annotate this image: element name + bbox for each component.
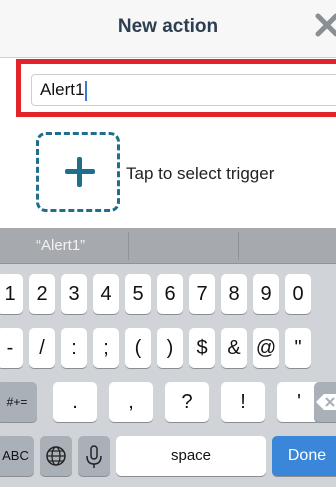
globe-icon	[46, 446, 66, 466]
key-open-paren[interactable]: (	[125, 328, 151, 368]
key-exclamation[interactable]: !	[221, 382, 265, 422]
space-key[interactable]: space	[116, 436, 266, 476]
key-dash[interactable]: -	[0, 328, 23, 368]
key-close-paren[interactable]: )	[157, 328, 183, 368]
suggestion-item[interactable]: “Alert1”	[36, 228, 85, 264]
add-trigger-button[interactable]	[36, 132, 120, 212]
highlighted-input-area: Alert1	[16, 59, 336, 117]
key-semicolon[interactable]: ;	[93, 328, 119, 368]
header-bar: New action	[0, 0, 336, 58]
abc-key[interactable]: ABC	[0, 436, 34, 476]
key-4[interactable]: 4	[93, 274, 119, 314]
done-button[interactable]: Done	[272, 436, 336, 476]
action-name-input[interactable]: Alert1	[31, 74, 336, 106]
key-7[interactable]: 7	[189, 274, 215, 314]
key-1[interactable]: 1	[0, 274, 23, 314]
trigger-selector[interactable]: Tap to select trigger	[0, 118, 336, 228]
key-3[interactable]: 3	[61, 274, 87, 314]
microphone-icon	[86, 445, 102, 468]
key-question[interactable]: ?	[165, 382, 209, 422]
key-9[interactable]: 9	[253, 274, 279, 314]
globe-key[interactable]	[40, 436, 72, 476]
key-period[interactable]: .	[53, 382, 97, 422]
key-comma[interactable]: ,	[109, 382, 153, 422]
key-8[interactable]: 8	[221, 274, 247, 314]
key-dollar[interactable]: $	[189, 328, 215, 368]
text-cursor	[85, 80, 88, 101]
key-ampersand[interactable]: &	[221, 328, 247, 368]
key-slash[interactable]: /	[29, 328, 55, 368]
microphone-key[interactable]	[78, 436, 110, 476]
key-5[interactable]: 5	[125, 274, 151, 314]
close-icon[interactable]	[312, 10, 336, 40]
key-quote[interactable]: "	[285, 328, 311, 368]
page-title: New action	[117, 16, 219, 37]
backspace-icon	[316, 394, 336, 410]
input-value: Alert1	[40, 80, 85, 99]
key-colon[interactable]: :	[61, 328, 87, 368]
symbols-toggle-key[interactable]: #+=	[0, 382, 37, 422]
trigger-label: Tap to select trigger	[126, 164, 275, 183]
key-2[interactable]: 2	[29, 274, 55, 314]
suggestion-bar: “Alert1”	[0, 228, 336, 264]
key-6[interactable]: 6	[157, 274, 183, 314]
keyboard: 1 2 3 4 5 6 7 8 9 0 - / : ; ( ) $ & @ " …	[0, 264, 336, 487]
key-0[interactable]: 0	[285, 274, 311, 314]
key-at[interactable]: @	[253, 328, 279, 368]
backspace-key[interactable]	[314, 382, 336, 422]
